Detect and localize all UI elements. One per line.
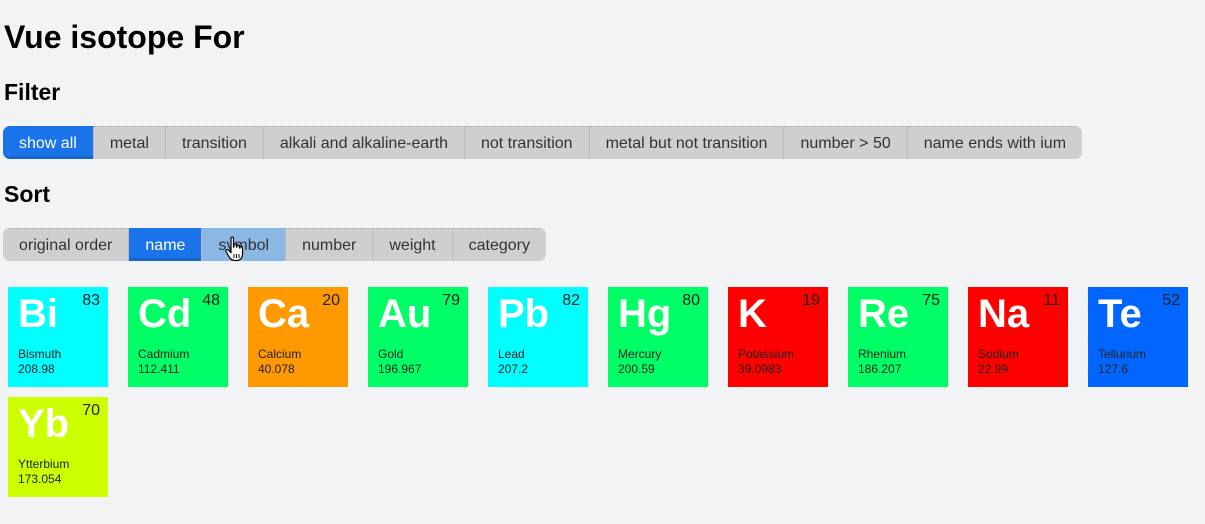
- element-name: Gold: [378, 347, 404, 361]
- sort-button-category[interactable]: category: [452, 228, 546, 261]
- element-tile: Cd 48 Cadmium 112.411: [128, 287, 228, 387]
- element-number: 80: [682, 292, 700, 309]
- element-tile: Hg 80 Mercury 200.59: [608, 287, 708, 387]
- filter-button-metal[interactable]: metal: [93, 126, 166, 159]
- element-weight: 208.98: [18, 362, 55, 376]
- element-number: 48: [202, 292, 220, 309]
- element-number: 83: [82, 292, 100, 309]
- element-symbol: Ca: [258, 292, 310, 336]
- hand-pointer-cursor-icon: [225, 236, 244, 262]
- filter-button-number-gt-50[interactable]: number > 50: [784, 126, 908, 159]
- element-symbol: Cd: [138, 292, 192, 336]
- sort-button-group: original order name symbol number weight…: [3, 228, 546, 261]
- element-name: Ytterbium: [18, 457, 70, 471]
- filter-button-not-transition[interactable]: not transition: [464, 126, 590, 159]
- element-name: Lead: [498, 347, 525, 361]
- element-name: Potassium: [738, 347, 795, 361]
- sort-button-number[interactable]: number: [286, 228, 374, 261]
- element-symbol: Bi: [18, 292, 58, 336]
- element-tile: Pb 82 Lead 207.2: [488, 287, 588, 387]
- element-tile: K 19 Potassium 39.0983: [728, 287, 828, 387]
- filter-button-ium[interactable]: name ends with ium: [907, 126, 1083, 159]
- element-weight: 127.6: [1098, 362, 1129, 376]
- element-number: 11: [1043, 292, 1060, 309]
- element-name: Mercury: [618, 347, 662, 361]
- element-name: Calcium: [258, 347, 302, 361]
- element-symbol: Au: [378, 292, 432, 336]
- element-weight: 40.078: [258, 362, 295, 376]
- element-tile: Te 52 Tellurium 127.6: [1088, 287, 1188, 387]
- element-weight: 196.967: [378, 362, 422, 376]
- filter-heading: Filter: [4, 79, 61, 105]
- element-weight: 207.2: [498, 362, 529, 376]
- element-name: Tellurium: [1098, 347, 1147, 361]
- filter-button-alkali[interactable]: alkali and alkaline-earth: [263, 126, 465, 159]
- element-number: 20: [322, 292, 340, 309]
- element-weight: 200.59: [618, 362, 655, 376]
- element-symbol: Pb: [498, 292, 550, 336]
- element-weight: 22.99: [978, 362, 1009, 376]
- element-symbol: Hg: [618, 292, 672, 336]
- element-name: Rhenium: [858, 347, 907, 361]
- element-tile: Re 75 Rhenium 186.207: [848, 287, 948, 387]
- element-weight: 112.411: [138, 362, 180, 376]
- element-number: 19: [802, 292, 820, 309]
- sort-heading: Sort: [4, 181, 50, 207]
- element-weight: 39.0983: [738, 362, 782, 376]
- element-tile: Yb 70 Ytterbium 173.054: [8, 397, 108, 497]
- element-tile: Au 79 Gold 196.967: [368, 287, 468, 387]
- element-name: Cadmium: [138, 347, 190, 361]
- filter-button-group: show all metal transition alkali and alk…: [3, 126, 1083, 159]
- element-symbol: Re: [858, 292, 910, 336]
- element-number: 52: [1162, 292, 1180, 309]
- element-tile: Na 11 Sodium 22.99: [968, 287, 1068, 387]
- element-number: 75: [922, 292, 940, 309]
- sort-button-original-order[interactable]: original order: [3, 228, 130, 261]
- sort-button-weight[interactable]: weight: [373, 228, 453, 261]
- element-weight: 173.054: [18, 472, 62, 486]
- element-symbol: Te: [1098, 292, 1142, 336]
- page-title: Vue isotope For: [4, 19, 245, 55]
- sort-button-name[interactable]: name: [129, 228, 203, 261]
- element-symbol: Yb: [18, 402, 70, 446]
- element-name: Sodium: [978, 347, 1019, 361]
- filter-button-metal-not-transition[interactable]: metal but not transition: [589, 126, 785, 159]
- element-number: 79: [442, 292, 460, 309]
- element-weight: 186.207: [858, 362, 902, 376]
- element-tile: Bi 83 Bismuth 208.98: [8, 287, 108, 387]
- element-number: 82: [562, 292, 580, 309]
- element-name: Bismuth: [18, 347, 62, 361]
- element-symbol: K: [738, 292, 767, 336]
- filter-button-transition[interactable]: transition: [165, 126, 264, 159]
- element-tile: Ca 20 Calcium 40.078: [248, 287, 348, 387]
- element-number: 70: [82, 402, 100, 419]
- filter-button-show-all[interactable]: show all: [3, 126, 94, 159]
- element-symbol: Na: [978, 292, 1030, 336]
